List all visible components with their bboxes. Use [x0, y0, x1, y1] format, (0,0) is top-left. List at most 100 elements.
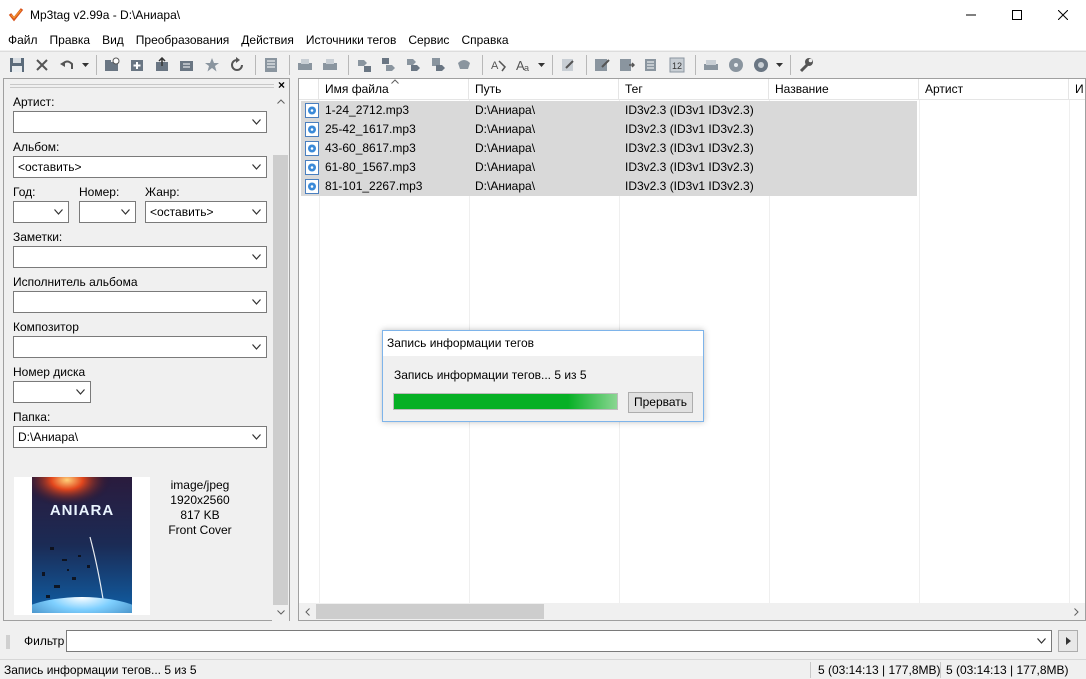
convert-button[interactable]	[453, 54, 475, 76]
settings-button[interactable]	[795, 54, 817, 76]
toolbar-separator	[96, 54, 97, 75]
filter-input[interactable]	[66, 630, 1052, 652]
add-file-button[interactable]	[126, 54, 148, 76]
column-path[interactable]: Путь	[469, 79, 619, 100]
web-sources-button[interactable]	[700, 54, 722, 76]
composer-combo[interactable]	[13, 336, 267, 358]
delete-button[interactable]	[31, 54, 53, 76]
actions-button[interactable]: A	[487, 54, 509, 76]
album-combo[interactable]: <оставить>	[13, 156, 267, 178]
cover-art-frame[interactable]: ANIARA	[14, 477, 150, 615]
dialog-title: Запись информации тегов	[383, 331, 703, 356]
playlist-create-button[interactable]	[641, 54, 663, 76]
minimize-button[interactable]	[948, 0, 994, 30]
tag-filename-button[interactable]	[353, 54, 375, 76]
scroll-up-icon[interactable]	[272, 93, 289, 110]
export-list-button[interactable]	[616, 54, 638, 76]
comment-combo[interactable]	[13, 246, 267, 268]
cancel-button[interactable]: Прервать	[628, 392, 693, 413]
scroll-left-icon[interactable]	[299, 603, 316, 620]
folder-combo[interactable]: D:\Аниара\	[13, 426, 267, 448]
table-row[interactable]: 81-101_2267.mp3 D:\Аниара\ ID3v2.3 (ID3v…	[301, 177, 917, 196]
tag-to-filename-icon	[358, 59, 371, 72]
table-row[interactable]: 61-80_1567.mp3 D:\Аниара\ ID3v2.3 (ID3v1…	[301, 158, 917, 177]
album-artist-label: Исполнитель альбома	[13, 275, 138, 289]
file-list-hscrollbar[interactable]	[299, 603, 1085, 620]
grid-line	[919, 100, 920, 605]
print-button[interactable]	[294, 54, 316, 76]
tag-sources-button[interactable]	[591, 54, 613, 76]
export-button[interactable]	[151, 54, 173, 76]
freedb-button[interactable]	[725, 54, 747, 76]
menu-tag-sources[interactable]: Источники тегов	[300, 30, 402, 50]
scroll-thumb[interactable]	[273, 155, 288, 605]
column-tag-label: Тег	[625, 82, 643, 96]
tag-panel-scrollbar[interactable]	[272, 93, 289, 621]
column-filename-label: Имя файла	[325, 82, 389, 96]
panel-close-icon[interactable]: ×	[278, 78, 285, 92]
column-artist[interactable]: Артист	[919, 79, 1069, 100]
panel-grip[interactable]	[10, 84, 274, 88]
menu-tools[interactable]: Сервис	[402, 30, 455, 50]
comment-label: Заметки:	[13, 230, 63, 244]
column-more[interactable]: И	[1069, 79, 1085, 100]
save-button[interactable]	[6, 54, 28, 76]
toolbar-separator	[289, 54, 290, 75]
cell-tag: ID3v2.3 (ID3v1 ID3v2.3)	[625, 160, 754, 174]
print-preview-button[interactable]	[319, 54, 341, 76]
column-filename[interactable]: Имя файла	[319, 79, 469, 100]
column-title[interactable]: Название	[769, 79, 919, 100]
tag-to-tag-icon	[407, 58, 420, 71]
genre-combo[interactable]: <оставить>	[145, 201, 267, 223]
table-row[interactable]: 43-60_8617.mp3 D:\Аниара\ ID3v2.3 (ID3v1…	[301, 139, 917, 158]
maximize-icon	[1012, 10, 1022, 20]
refresh-button[interactable]	[226, 54, 248, 76]
edit-button[interactable]	[557, 54, 579, 76]
add-folder-icon	[105, 57, 120, 71]
album-artist-combo[interactable]	[13, 291, 267, 313]
case-button[interactable]: Aa	[512, 54, 534, 76]
maximize-button[interactable]	[994, 0, 1040, 30]
table-row[interactable]: 1-24_2712.mp3 D:\Аниара\ ID3v2.3 (ID3v1 …	[301, 101, 917, 120]
undo-dropdown[interactable]	[81, 54, 89, 76]
discogs-button[interactable]	[750, 54, 772, 76]
list-button[interactable]	[260, 54, 282, 76]
close-button[interactable]	[1040, 0, 1086, 30]
scroll-right-icon[interactable]	[1068, 603, 1085, 620]
menu-help[interactable]: Справка	[455, 30, 514, 50]
menu-actions[interactable]: Действия	[235, 30, 300, 50]
menu-file[interactable]: Файл	[2, 30, 44, 50]
undo-button[interactable]	[56, 54, 78, 76]
disc-combo[interactable]	[13, 381, 91, 403]
filename-tag-button[interactable]	[378, 54, 400, 76]
chevron-down-icon	[252, 344, 261, 350]
convert-icon	[458, 59, 470, 69]
scroll-down-icon[interactable]	[272, 604, 289, 621]
freedb-icon	[729, 57, 743, 72]
playlist-button[interactable]	[176, 54, 198, 76]
scroll-thumb[interactable]	[316, 604, 544, 619]
autonumber-button[interactable]: 12	[666, 54, 688, 76]
add-folder-button[interactable]	[101, 54, 123, 76]
case-dropdown[interactable]	[537, 54, 545, 76]
tag-tag-button[interactable]	[403, 54, 425, 76]
menu-edit[interactable]: Правка	[44, 30, 97, 50]
cell-tag: ID3v2.3 (ID3v1 ID3v2.3)	[625, 122, 754, 136]
cover-type: Front Cover	[168, 523, 232, 537]
table-row[interactable]: 25-42_1617.mp3 D:\Аниара\ ID3v2.3 (ID3v1…	[301, 120, 917, 139]
menu-convert[interactable]: Преобразования	[130, 30, 236, 50]
column-icon[interactable]	[299, 79, 319, 100]
column-tag[interactable]: Тег	[619, 79, 769, 100]
web-sources-dropdown[interactable]	[775, 54, 783, 76]
save-icon	[10, 57, 24, 72]
year-combo[interactable]	[13, 201, 69, 223]
composer-label: Композитор	[13, 320, 79, 334]
progress-fill	[394, 394, 617, 409]
text-tag-button[interactable]	[428, 54, 450, 76]
filter-apply-button[interactable]	[1058, 630, 1078, 652]
artist-combo[interactable]	[13, 111, 267, 133]
list-icon	[265, 57, 277, 72]
track-combo[interactable]	[79, 201, 136, 223]
favorite-button[interactable]	[201, 54, 223, 76]
menu-view[interactable]: Вид	[96, 30, 130, 50]
